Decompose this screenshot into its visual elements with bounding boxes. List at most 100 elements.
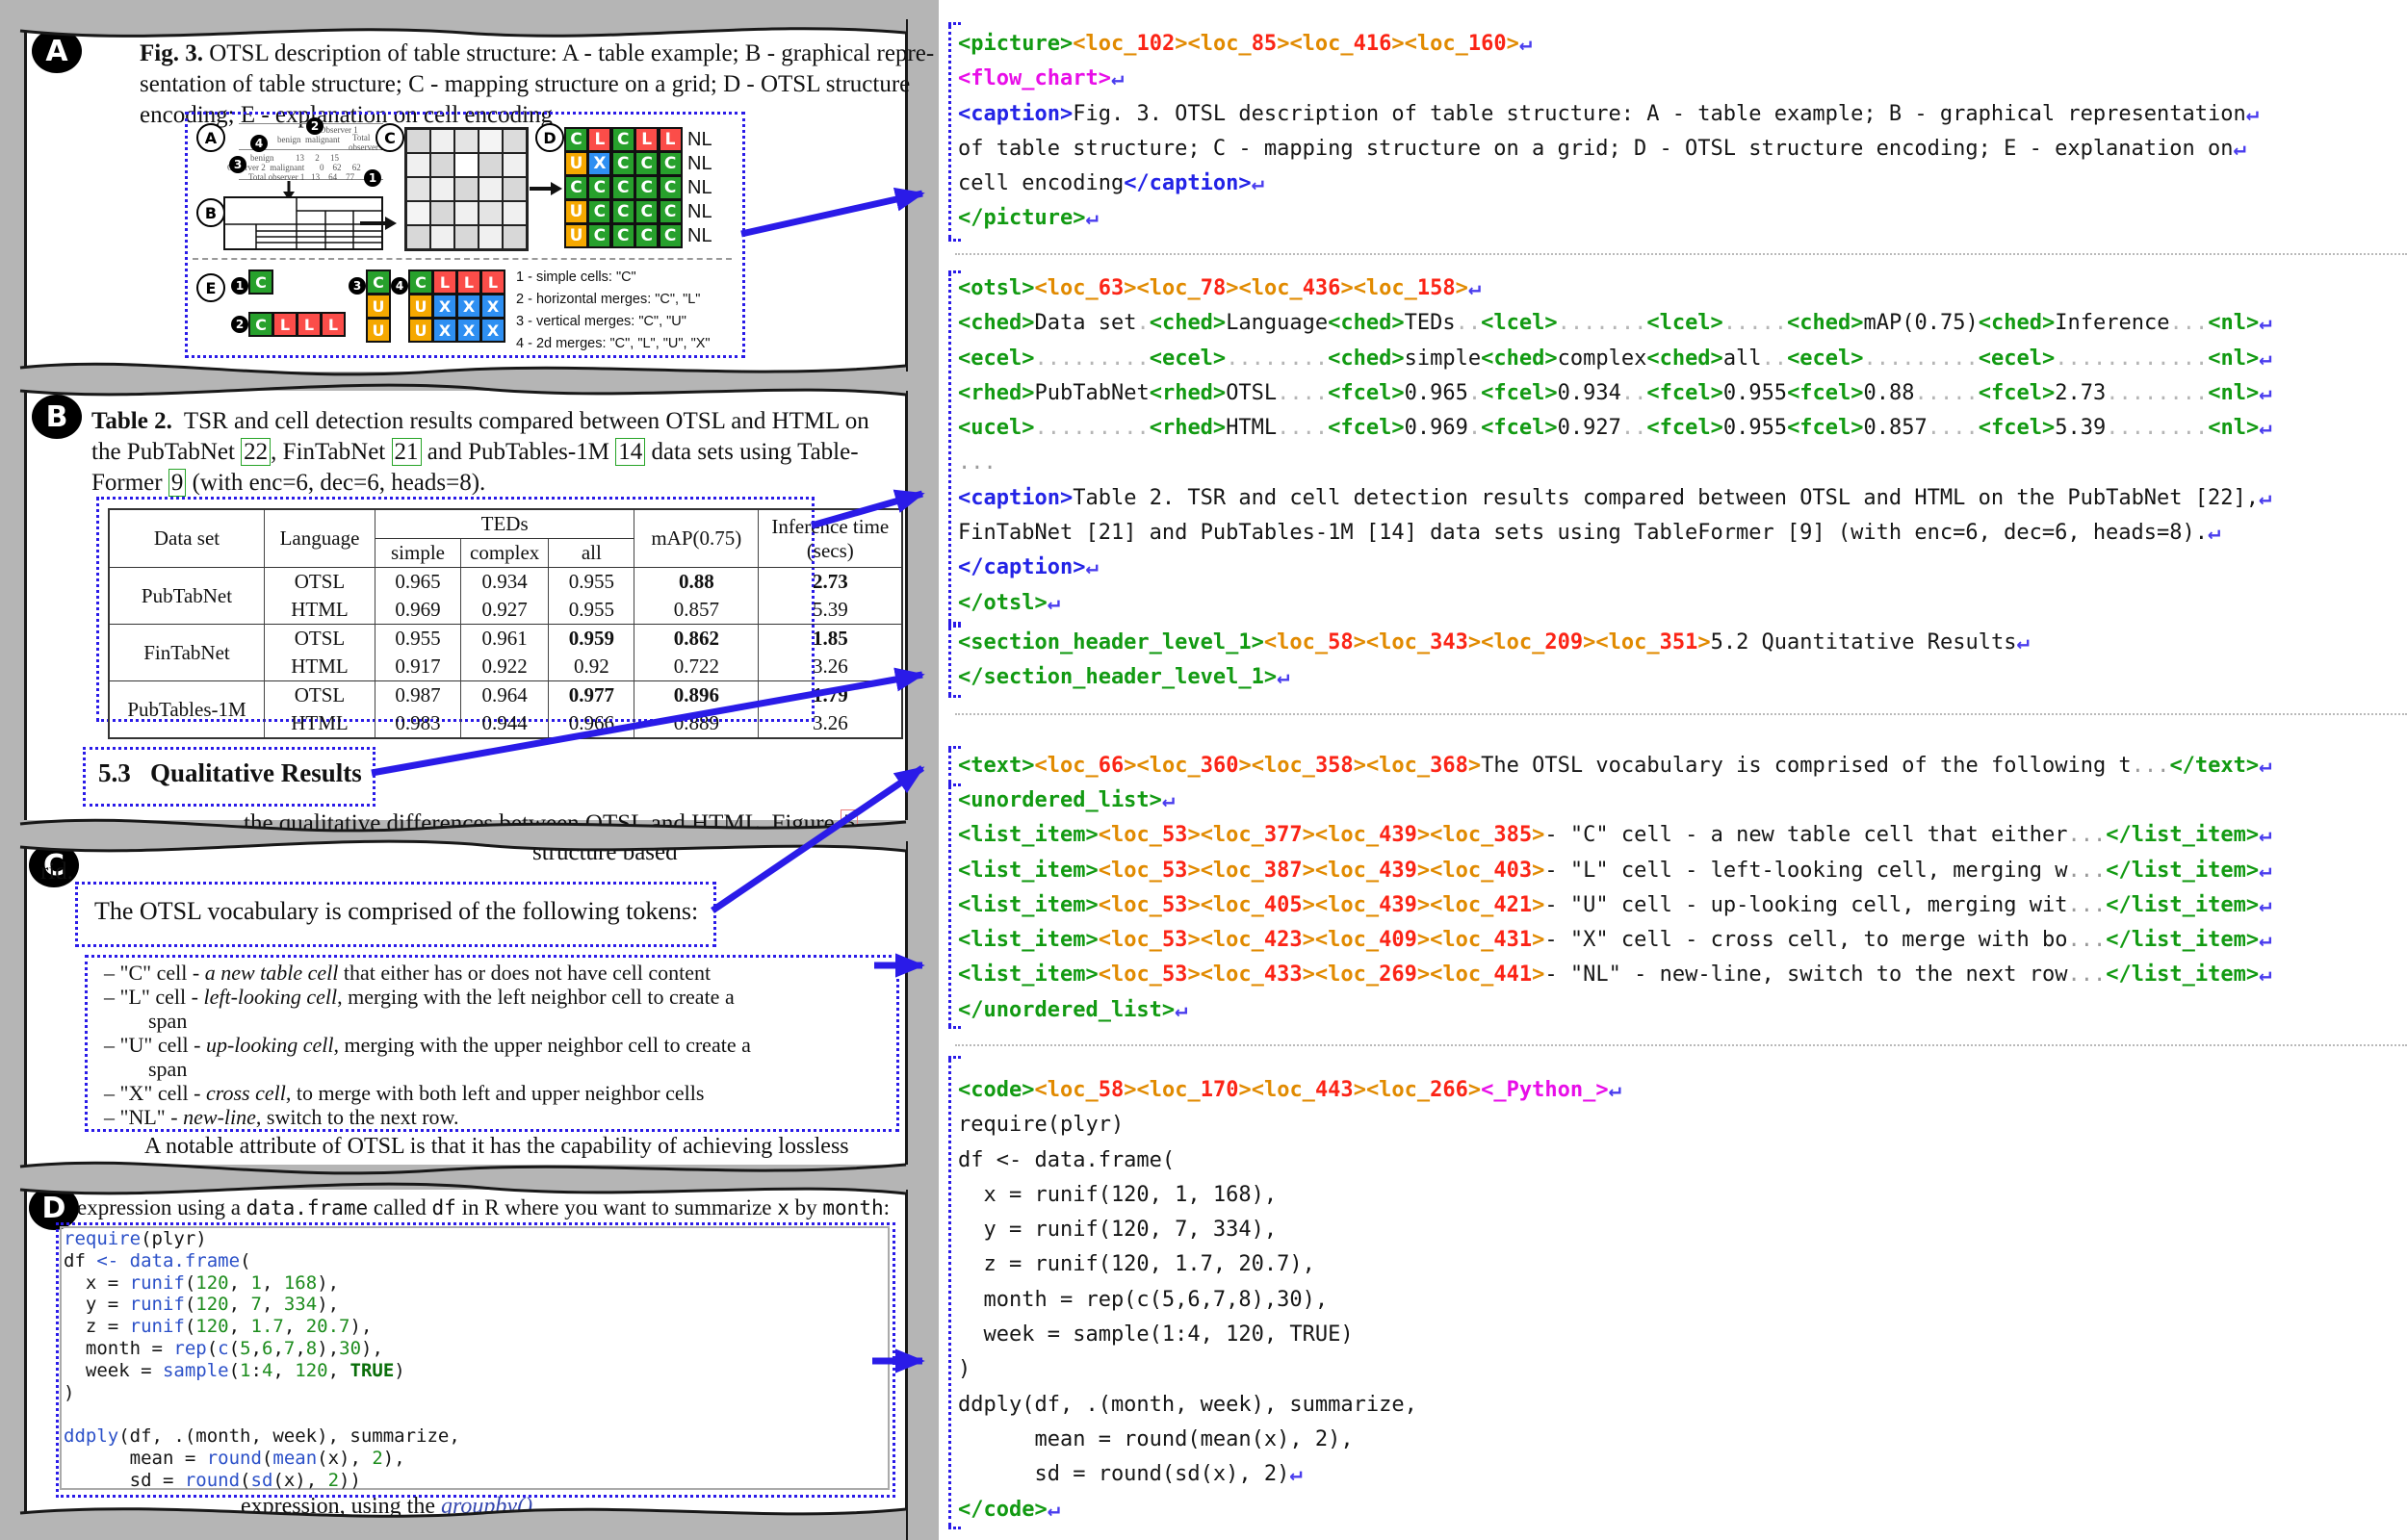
subfigure-label-d: D xyxy=(535,123,564,152)
grid-cell xyxy=(406,225,430,249)
text-segment: ddply xyxy=(64,1425,118,1447)
doctag-line: <section_header_level_1><loc_58><loc_343… xyxy=(958,626,2030,660)
mini-table-text: Total observer 1 13 64 77 xyxy=(248,172,354,182)
list-item: – "U" cell - up-looking cell, merging wi… xyxy=(104,1033,751,1057)
value-cell: 0.927 xyxy=(461,596,549,625)
body-text-line: A notable attribute of OTSL is that it h… xyxy=(144,1134,849,1160)
doctag-line: </unordered_list>↵ xyxy=(958,993,2271,1028)
text-segment: ............ xyxy=(2055,346,2208,371)
text-segment: rep xyxy=(173,1338,206,1359)
table-header-cell: mAP(0.75) xyxy=(634,509,759,568)
text-segment: . xyxy=(1468,381,1481,405)
value-cell: 0.966 xyxy=(549,709,634,738)
text-segment: sd = xyxy=(64,1470,185,1491)
dataset-cell: FinTabNet xyxy=(109,625,265,681)
text-segment: </list_item> xyxy=(2106,823,2259,847)
text-segment: , xyxy=(229,1272,251,1294)
text-segment: complex xyxy=(1558,346,1647,371)
grid-cell xyxy=(479,129,503,153)
text-segment: .. xyxy=(1621,416,1647,440)
list-item: – "NL" - new-line, switch to the next ro… xyxy=(104,1105,751,1129)
example-cell-L: L xyxy=(297,312,322,337)
grid-cell xyxy=(454,129,479,153)
loc-tag: <loc_ xyxy=(1366,630,1430,654)
table-header-cell: all xyxy=(549,539,634,568)
text-segment: 7 xyxy=(284,1338,295,1359)
text-segment: 1 xyxy=(251,1272,262,1294)
loc-value: 441 xyxy=(1493,962,1532,987)
doctag-line: <picture><loc_102><loc_85><loc_416><loc_… xyxy=(958,27,2259,62)
text-segment: FinTabNet [21] and PubTables-1M [14] dat… xyxy=(958,521,2208,545)
grid-cell xyxy=(479,225,503,249)
text-segment: . xyxy=(1468,416,1481,440)
doctag-line: sd = round(sd(x), 2)↵ xyxy=(958,1457,1621,1492)
text-segment: </caption> xyxy=(958,555,1085,579)
mini-table-text: benign 13 2 15 xyxy=(250,153,339,163)
doctag-line: of table structure; C - mapping structur… xyxy=(958,132,2259,167)
grid-cell xyxy=(479,201,503,225)
otsl-cell-C: C xyxy=(611,151,635,176)
loc-value: 439 xyxy=(1379,893,1417,917)
text-segment: , xyxy=(262,1272,284,1294)
text-segment: OTSL xyxy=(1226,381,1277,405)
text-segment: <fcel> xyxy=(1787,416,1863,440)
example-cell-X: X xyxy=(480,294,505,319)
text-segment: , xyxy=(284,1316,306,1337)
text-segment: a new table cell xyxy=(205,961,339,985)
text-segment: ......... xyxy=(1864,346,1979,371)
text-segment: 2 xyxy=(328,1470,339,1491)
text-segment: - "L" cell - left-looking cell, merging … xyxy=(1544,859,2067,883)
loc-tag: <loc_ xyxy=(1099,893,1162,917)
text-segment: the PubTabNet xyxy=(91,439,241,465)
text-segment: (df, .(month, week), summarize, xyxy=(118,1425,460,1447)
value-cell: 0.961 xyxy=(461,625,549,654)
doctag-line: df <- data.frame( xyxy=(958,1143,1621,1178)
text-segment: <- xyxy=(96,1250,118,1271)
doctag-line: y = runif(120, 7, 334), xyxy=(958,1213,1621,1247)
paper-tear xyxy=(20,358,906,404)
text-segment: , merging with the upper neighbor cell t… xyxy=(334,1033,751,1057)
text-segment: </caption> xyxy=(1124,171,1251,195)
otsl-cell-C: C xyxy=(587,223,611,248)
paper-tear xyxy=(20,1157,906,1203)
text-segment: <fcel> xyxy=(1787,381,1863,405)
value-cell: 0.88 xyxy=(634,568,759,597)
loc-value: 343 xyxy=(1430,630,1468,654)
grid-cell xyxy=(430,177,454,201)
example-cell-X: X xyxy=(456,318,481,343)
grid-cell xyxy=(406,177,430,201)
text-segment: , FinTabNet xyxy=(271,439,391,465)
loc-value: 266 xyxy=(1430,1078,1468,1102)
text-segment: ... xyxy=(958,450,996,475)
text-segment: 5.39 xyxy=(2055,416,2106,440)
text-segment: ↵ xyxy=(2259,823,2271,847)
table-caption-line: Former 9 (with enc=6, dec=6, heads=8). xyxy=(91,468,485,499)
text-segment: ↵ xyxy=(2259,416,2271,440)
text-segment: sd = round(sd(x), 2) xyxy=(958,1462,1289,1486)
text-segment: </list_item> xyxy=(2106,928,2259,952)
grid-cell xyxy=(430,201,454,225)
value-cell: 0.983 xyxy=(375,709,461,738)
loc-value: 436 xyxy=(1303,276,1341,300)
loc-tag: > xyxy=(1417,962,1430,987)
code-line: ddply(df, .(month, week), summarize, xyxy=(64,1425,882,1448)
text-segment: </unordered_list> xyxy=(958,998,1175,1022)
legend-3-badge: 3 xyxy=(349,277,366,295)
otsl-cell-C: C xyxy=(634,175,659,200)
code-line: week = sample(1:4, 120, TRUE) xyxy=(64,1360,882,1382)
value-cell: 0.969 xyxy=(375,596,461,625)
grid-cell xyxy=(503,129,527,153)
section-heading-5-3: 5.3 Qualitative Results xyxy=(98,758,362,788)
callout-3-badge: 3 xyxy=(229,156,246,173)
loc-tag: <loc_ xyxy=(1187,32,1251,56)
doctag-line: x = runif(120, 1, 168), xyxy=(958,1178,1621,1213)
text-segment: <ecel> xyxy=(1150,346,1226,371)
loc-value: 351 xyxy=(1660,630,1698,654)
doctag-line: <otsl><loc_63><loc_78><loc_436><loc_158>… xyxy=(958,271,2271,306)
loc-value: 421 xyxy=(1493,893,1532,917)
text-segment: month = rep(c(5,6,7,8),30), xyxy=(958,1288,1328,1312)
text-segment: 168 xyxy=(284,1272,317,1294)
text-segment: ... xyxy=(2067,928,2106,952)
legend-1-badge: 1 xyxy=(231,277,248,295)
text-segment: <ched> xyxy=(1979,311,2055,335)
